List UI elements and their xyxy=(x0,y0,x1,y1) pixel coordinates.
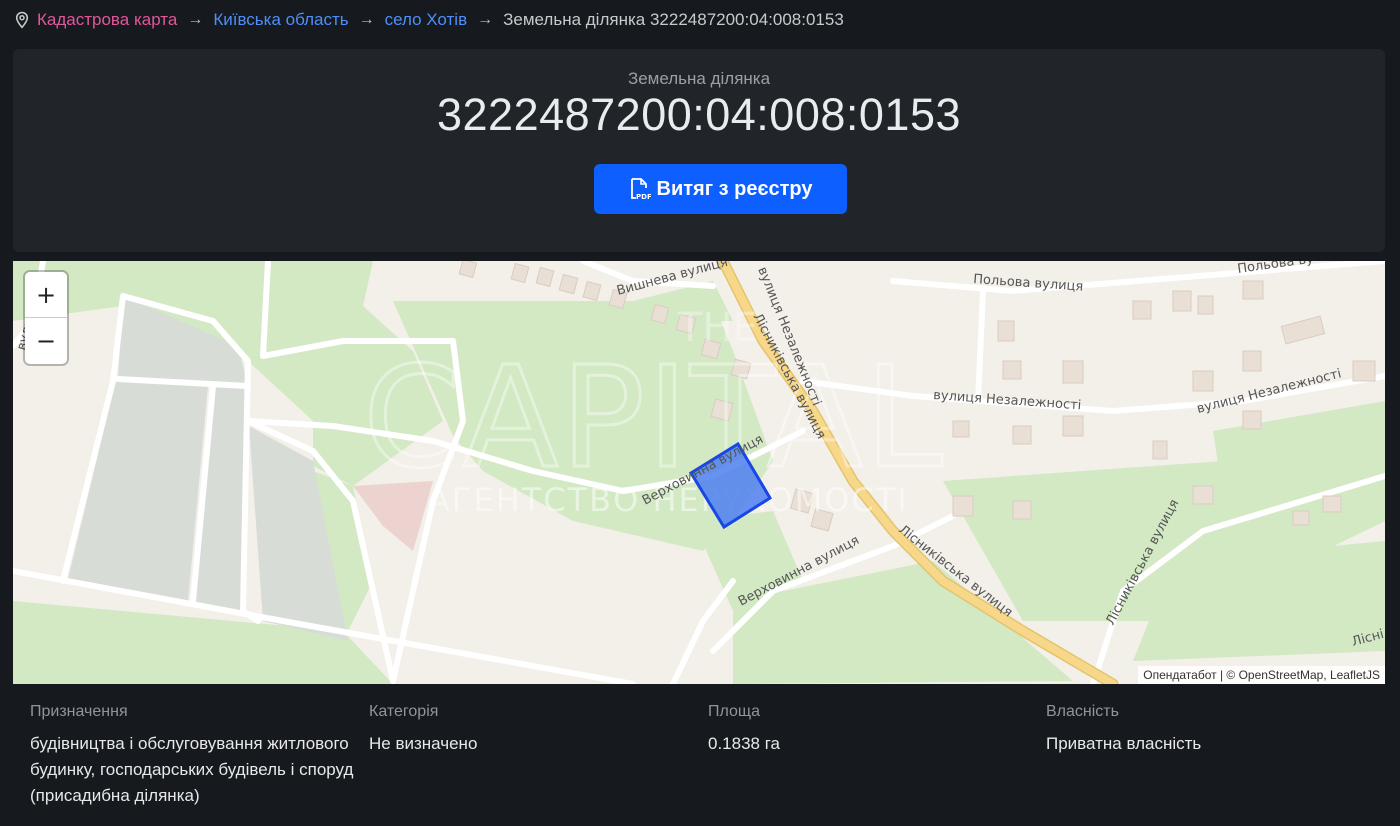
registry-extract-label: Витяг з реєстру xyxy=(656,177,813,200)
detail-label: Власність xyxy=(1046,703,1119,720)
zoom-in-button[interactable]: + xyxy=(25,272,67,318)
detail-label: Категорія xyxy=(369,703,439,720)
svg-text:PDF: PDF xyxy=(636,193,651,201)
detail-value: Не визначено xyxy=(369,734,478,753)
detail-value: Приватна власність xyxy=(1046,734,1202,753)
map-attribution: Опендатабот | © OpenStreetMap, LeafletJS xyxy=(1138,666,1385,684)
detail-area: Площа 0.1838 га xyxy=(708,703,1038,757)
arrow-right-icon: → xyxy=(477,11,494,28)
breadcrumb-current-parcel: Земельна ділянка 3222487200:04:008:0153 xyxy=(503,10,844,29)
parcel-header-card: Земельна ділянка 3222487200:04:008:0153 … xyxy=(13,49,1385,252)
breadcrumb-link-village-khotiv[interactable]: село Хотів xyxy=(385,10,468,30)
detail-label: Призначення xyxy=(30,703,128,720)
page-title: 3222487200:04:008:0153 xyxy=(436,89,962,140)
zoom-out-button[interactable]: − xyxy=(25,318,67,363)
detail-category: Категорія Не визначено xyxy=(369,703,699,757)
detail-value: будівництва і обслуговування житлового б… xyxy=(30,734,354,805)
breadcrumb-link-kyiv-oblast[interactable]: Київська область xyxy=(213,10,348,30)
zoom-control: + − xyxy=(25,272,67,364)
watermark-line2: CAPITAL xyxy=(363,337,945,500)
map-pin-icon xyxy=(14,11,30,29)
breadcrumb: Кадастрова карта → Київська область → се… xyxy=(14,8,844,32)
detail-label: Площа xyxy=(708,703,760,720)
arrow-right-icon: → xyxy=(358,11,375,28)
detail-purpose: Призначення будівництва і обслуговування… xyxy=(30,703,360,809)
page-subtitle: Земельна ділянка xyxy=(627,69,771,88)
pdf-file-icon: PDF xyxy=(629,177,651,201)
arrow-right-icon: → xyxy=(187,11,204,28)
cadastral-map[interactable]: THE CAPITAL АГЕНТСТВО НЕРУХОМОСТІ Вишнев… xyxy=(13,261,1385,684)
breadcrumb-link-cadastral-map[interactable]: Кадастрова карта xyxy=(37,10,177,30)
registry-extract-button[interactable]: PDF Витяг з реєстру xyxy=(594,164,847,214)
map-canvas: THE CAPITAL АГЕНТСТВО НЕРУХОМОСТІ Вишнев… xyxy=(13,261,1385,684)
detail-ownership: Власність Приватна власність xyxy=(1046,703,1376,757)
parcel-details: Призначення будівництва і обслуговування… xyxy=(30,703,1390,813)
detail-value: 0.1838 га xyxy=(708,734,781,753)
